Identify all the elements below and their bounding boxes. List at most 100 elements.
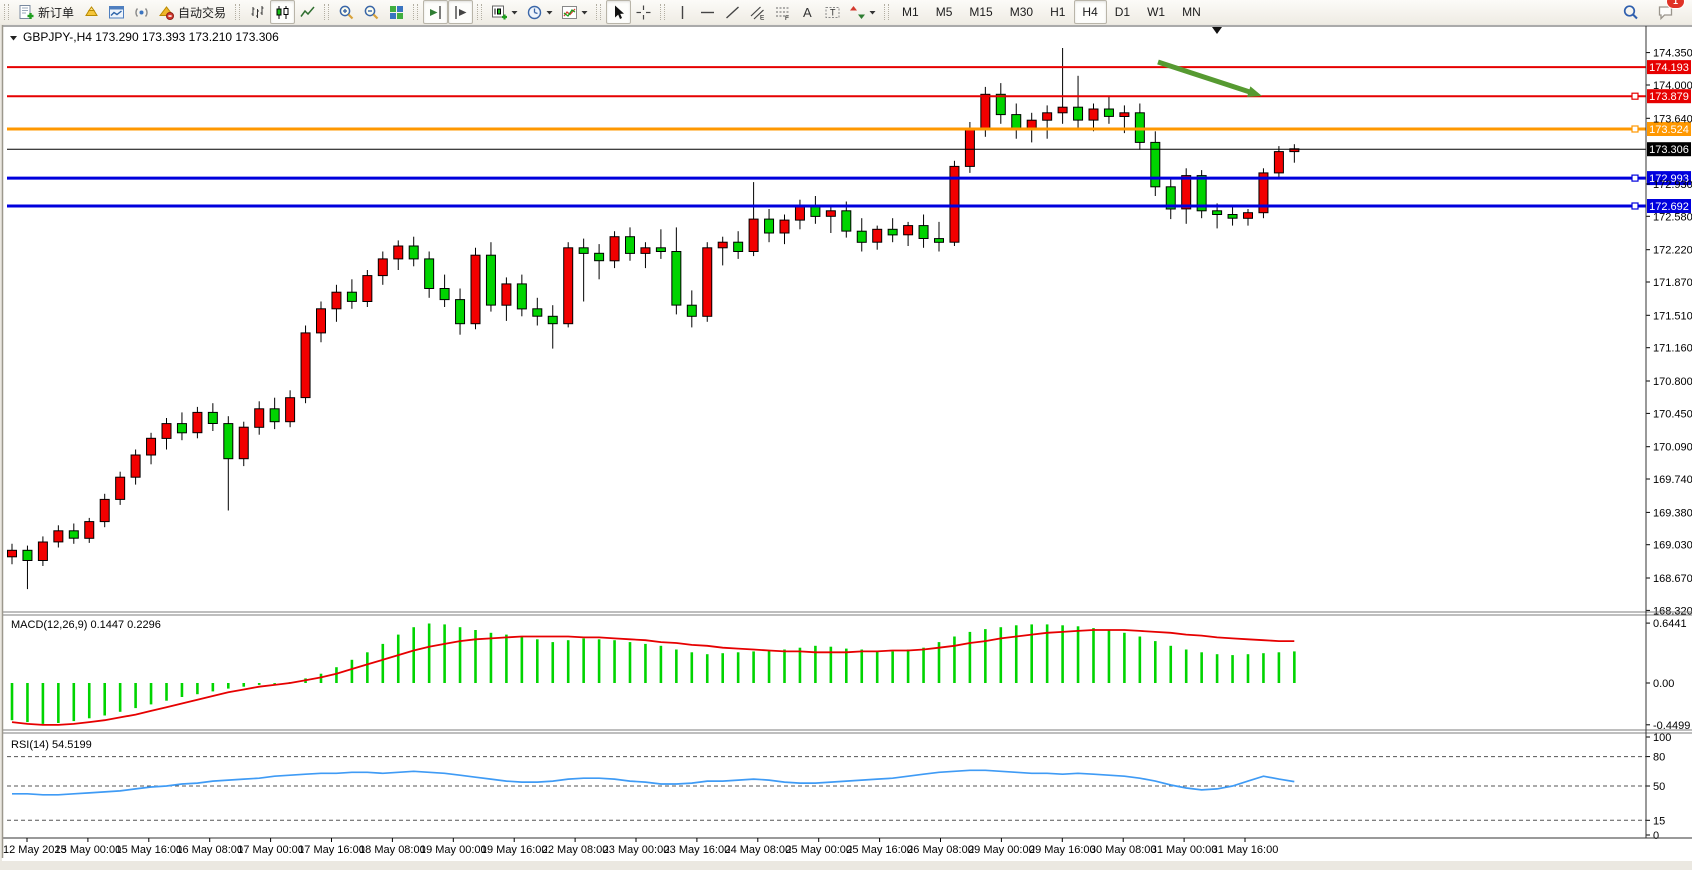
svg-text:E: E: [760, 14, 765, 21]
trendline-button[interactable]: [720, 0, 745, 24]
button-label: M15: [969, 5, 993, 19]
candle: [378, 259, 387, 276]
candle: [1074, 107, 1083, 120]
notification-badge: 1: [1666, 0, 1685, 9]
candle: [69, 531, 78, 538]
arrows-button[interactable]: [845, 0, 880, 24]
zoom-in-button[interactable]: [334, 0, 359, 24]
candle: [595, 253, 604, 260]
price-line-label-text: 174.193: [1649, 62, 1689, 74]
candle: [193, 412, 202, 432]
candle: [208, 412, 217, 423]
crosshair-button[interactable]: [631, 0, 656, 24]
candle: [857, 231, 866, 242]
timeframe-w1-button[interactable]: W1: [1139, 0, 1174, 24]
button-label: H1: [1050, 5, 1066, 19]
fibonacci-icon: F: [774, 4, 791, 21]
line-handle[interactable]: [1632, 126, 1638, 132]
gold-button[interactable]: [79, 0, 104, 24]
timeframe-d1-button[interactable]: D1: [1107, 0, 1139, 24]
price-line-label-text: 173.879: [1649, 91, 1689, 103]
time-tick-label: 24 May 08:00: [724, 844, 791, 856]
channel-button[interactable]: E: [745, 0, 770, 24]
chart-window[interactable]: 174.193173.879173.524173.306172.993172.6…: [0, 24, 1692, 865]
timeframe-m1-button[interactable]: M1: [894, 0, 928, 24]
indicators-button[interactable]: [557, 0, 592, 24]
candle: [162, 424, 171, 439]
cursor-button[interactable]: [606, 0, 631, 24]
notification-button[interactable]: 1: [1653, 0, 1678, 24]
candle: [317, 309, 326, 333]
time-tick-label: 17 May 00:00: [237, 844, 304, 856]
trendline-icon: [724, 4, 741, 21]
candle: [440, 289, 449, 300]
new-chart-button[interactable]: [487, 0, 522, 24]
macd-pane[interactable]: [7, 615, 1646, 730]
fibonacci-button[interactable]: F: [770, 0, 795, 24]
search-button[interactable]: [1618, 0, 1643, 24]
autotrading-button[interactable]: 自动交易: [154, 0, 231, 24]
button-label: M30: [1010, 5, 1034, 19]
text-button[interactable]: A: [795, 0, 820, 24]
price-tick-label: 169.030: [1653, 540, 1692, 552]
candle: [996, 94, 1005, 114]
toolbar-grip: [596, 4, 601, 20]
market-window-button[interactable]: [104, 0, 129, 24]
candle: [548, 316, 557, 323]
toolbar-group: M1M5 M15 M30 H1 H4D1W1MN: [880, 0, 1210, 24]
rsi-axis-label: 50: [1653, 781, 1665, 793]
period-button[interactable]: [522, 0, 557, 24]
candle: [486, 255, 495, 305]
label-button[interactable]: T: [820, 0, 845, 24]
toolbar-grip: [4, 4, 9, 20]
candle: [224, 424, 233, 459]
price-line-label-text: 173.524: [1649, 124, 1689, 136]
line-handle[interactable]: [1632, 203, 1638, 209]
candle: [116, 477, 125, 499]
tile-windows-button[interactable]: [384, 0, 409, 24]
candle: [780, 220, 789, 233]
timeframe-h1-button[interactable]: H1: [1042, 0, 1074, 24]
text-icon: A: [799, 4, 816, 21]
timeframe-m15-button[interactable]: M15: [961, 0, 1001, 24]
vline-button[interactable]: [670, 0, 695, 24]
candle-chart-icon: [274, 4, 291, 21]
line-handle[interactable]: [1632, 175, 1638, 181]
rsi-label: RSI(14) 54.5199: [11, 739, 92, 751]
price-tick-label: 172.220: [1653, 245, 1692, 257]
timeframe-m30-button[interactable]: M30: [1002, 0, 1042, 24]
candle: [965, 129, 974, 166]
tile-windows-icon: [388, 4, 405, 21]
candle: [703, 248, 712, 316]
hline-button[interactable]: [695, 0, 720, 24]
timeframe-mn-button[interactable]: MN: [1174, 0, 1210, 24]
time-tick-label: 17 May 16:00: [298, 844, 365, 856]
toolbar-grip: [413, 4, 418, 20]
timeframe-h4-button[interactable]: H4: [1074, 0, 1106, 24]
time-tick-label: 23 May 16:00: [664, 844, 731, 856]
broadcast-button[interactable]: [129, 0, 154, 24]
price-chart[interactable]: 174.193173.879173.524173.306172.993172.6…: [0, 24, 1692, 865]
time-tick-label: 19 May 16:00: [481, 844, 548, 856]
candle: [147, 438, 156, 455]
candle: [100, 499, 109, 521]
zoom-out-button[interactable]: [359, 0, 384, 24]
bar-chart-button[interactable]: [245, 0, 270, 24]
chart-shift-button[interactable]: [423, 0, 448, 24]
auto-scroll-button[interactable]: [448, 0, 473, 24]
gold-icon: [83, 4, 100, 21]
new-order-button[interactable]: 新订单: [14, 0, 79, 24]
candle: [38, 542, 47, 561]
candle: [826, 211, 835, 217]
main-chart-pane[interactable]: [7, 26, 1646, 612]
price-tick-label: 168.320: [1653, 605, 1692, 617]
candle-chart-button[interactable]: [270, 0, 295, 24]
price-tick-label: 170.450: [1653, 408, 1692, 420]
timeframe-m5-button[interactable]: M5: [928, 0, 962, 24]
line-handle[interactable]: [1632, 93, 1638, 99]
line-chart-button[interactable]: [295, 0, 320, 24]
zoom-out-icon: [363, 4, 380, 21]
time-tick-label: 29 May 00:00: [968, 844, 1035, 856]
svg-text:T: T: [830, 7, 836, 17]
svg-text:A: A: [803, 5, 812, 20]
